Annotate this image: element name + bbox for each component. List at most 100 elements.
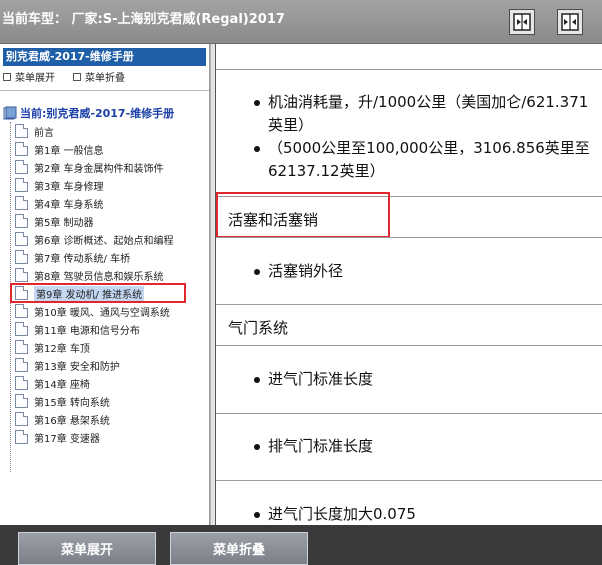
tree-item[interactable]: 第4章 车身系统 <box>15 194 104 212</box>
tree-item-label: 第12章 车顶 <box>34 343 90 355</box>
sidebar-collapse-label: 菜单折叠 <box>85 73 125 84</box>
tree-item[interactable]: 第2章 车身金属构件和装饰件 <box>15 158 164 176</box>
tree-item-label: 第17章 变速器 <box>34 433 100 445</box>
tree-item[interactable]: 第16章 悬架系统 <box>15 410 110 428</box>
tree-item-label: 前言 <box>34 127 54 139</box>
tree-item-label: 第5章 制动器 <box>34 217 94 229</box>
oil-range-text: （5000公里至100,000公里，3106.856英里至62137.12英里） <box>268 139 590 180</box>
content-pane: 机油消耗量，升/1000公里（美国加仑/621.371英里） （5000公里至1… <box>216 44 602 525</box>
list-item: 进气门标准长度 <box>216 368 602 391</box>
list-item: 进气门长度加大0.075 <box>216 503 602 525</box>
bullet-dot <box>254 377 260 383</box>
tree-item-label: 第15章 转向系统 <box>34 397 110 409</box>
sidebar: 别克君威-2017-维修手册 菜单展开 菜单折叠 当前:别克君威-2017-维修… <box>0 44 210 525</box>
sidebar-expand-link[interactable]: 菜单展开 <box>3 69 55 84</box>
document-icon <box>15 322 28 336</box>
oil-consumption-text: 机油消耗量，升/1000公里（美国加仑/621.371英里） <box>268 93 589 134</box>
document-icon <box>15 430 28 444</box>
tree-item-label: 第3章 车身修理 <box>34 181 104 193</box>
tree-root-label: 当前:别克君威-2017-维修手册 <box>20 107 175 120</box>
current-vehicle-title: 当前车型： 厂家:S-上海别克君威(Regal)2017 <box>2 12 285 27</box>
tree-item-label: 第2章 车身金属构件和装饰件 <box>34 163 164 175</box>
document-icon <box>15 160 28 174</box>
tree-item[interactable]: 第15章 转向系统 <box>15 392 110 410</box>
divider <box>216 413 602 414</box>
expand-split-icon <box>561 13 579 31</box>
tree-item-label: 第10章 暖风、通风与空调系统 <box>34 307 170 319</box>
document-icon <box>15 214 28 228</box>
sidebar-expand-label: 菜单展开 <box>15 73 55 84</box>
tree-item-label: 第4章 车身系统 <box>34 199 104 211</box>
document-icon <box>15 142 28 156</box>
document-icon <box>15 196 28 210</box>
document-icon <box>15 124 28 138</box>
sidebar-collapse-link[interactable]: 菜单折叠 <box>73 69 125 84</box>
divider <box>216 304 602 305</box>
divider <box>216 480 602 481</box>
top-bar: 当前车型： 厂家:S-上海别克君威(Regal)2017 <box>0 0 602 44</box>
sidebar-actions: 菜单展开 菜单折叠 <box>0 66 209 84</box>
tree-item-label: 第7章 传动系统/ 车桥 <box>34 253 131 265</box>
piston-pin-od-text: 活塞销外径 <box>268 262 344 280</box>
menu-expand-button[interactable]: 菜单展开 <box>18 532 156 565</box>
document-icon <box>15 376 28 390</box>
selected-chapter-highlight <box>10 283 186 303</box>
document-icon <box>15 394 28 408</box>
list-item: 排气门标准长度 <box>216 435 602 458</box>
tree-item[interactable]: 第17章 变速器 <box>15 428 100 446</box>
tree-item-label: 第1章 一般信息 <box>34 145 104 157</box>
bullet-dot <box>254 146 260 152</box>
divider <box>216 345 602 346</box>
divider <box>216 69 602 70</box>
intake-valve-length-text: 进气门标准长度 <box>268 370 374 388</box>
split-view-button[interactable] <box>557 9 583 35</box>
tree-item-label: 第8章 驾驶员信息和娱乐系统 <box>34 271 164 283</box>
intake-valve-oversize-text: 进气门长度加大0.075 <box>268 505 416 523</box>
collapse-left-button[interactable] <box>509 9 535 35</box>
expand-icon <box>3 72 11 81</box>
bottom-bar: 菜单展开 菜单折叠 <box>0 525 602 565</box>
tree-item[interactable]: 前言 <box>15 122 54 140</box>
exhaust-valve-length-text: 排气门标准长度 <box>268 437 374 455</box>
tree-root[interactable]: 当前:别克君威-2017-维修手册 <box>3 105 174 121</box>
document-icon <box>15 340 28 354</box>
document-icon <box>15 304 28 318</box>
list-item: （5000公里至100,000公里，3106.856英里至62137.12英里） <box>216 137 602 183</box>
document-icon <box>15 412 28 426</box>
tree-item-label: 第16章 悬架系统 <box>34 415 110 427</box>
divider <box>216 237 602 238</box>
manual-title: 别克君威-2017-维修手册 <box>3 48 206 66</box>
bullet-dot <box>254 269 260 275</box>
tree-item-label: 第11章 电源和信号分布 <box>34 325 140 337</box>
document-icon <box>15 358 28 372</box>
tree-item[interactable]: 第6章 诊断概述、起始点和编程 <box>15 230 174 248</box>
tree-item[interactable]: 第8章 驾驶员信息和娱乐系统 <box>15 266 164 284</box>
tree-item[interactable]: 第11章 电源和信号分布 <box>15 320 140 338</box>
tree-item[interactable]: 第13章 安全和防护 <box>15 356 120 374</box>
tree-item[interactable]: 第5章 制动器 <box>15 212 94 230</box>
document-icon <box>15 250 28 264</box>
tree-item-label: 第14章 座椅 <box>34 379 90 391</box>
list-item: 活塞销外径 <box>216 260 602 283</box>
section-heading-valve: 气门系统 <box>228 319 289 337</box>
sidebar-divider <box>0 90 209 91</box>
document-icon <box>15 232 28 246</box>
document-icon <box>15 178 28 192</box>
tree-item[interactable]: 第3章 车身修理 <box>15 176 104 194</box>
tree-item-label: 第6章 诊断概述、起始点和编程 <box>34 235 174 247</box>
tree-item[interactable]: 第10章 暖风、通风与空调系统 <box>15 302 170 320</box>
tree-item[interactable]: 第14章 座椅 <box>15 374 90 392</box>
document-icon <box>15 268 28 282</box>
book-icon <box>3 106 17 120</box>
bullet-dot <box>254 444 260 450</box>
bullet-dot <box>254 512 260 518</box>
tree-item[interactable]: 第12章 车顶 <box>15 338 90 356</box>
section-highlight <box>216 192 390 238</box>
collapse-icon <box>73 72 81 81</box>
collapse-left-icon <box>513 13 531 31</box>
bullet-dot <box>254 100 260 106</box>
list-item: 机油消耗量，升/1000公里（美国加仑/621.371英里） <box>216 91 602 137</box>
menu-collapse-button[interactable]: 菜单折叠 <box>170 532 308 565</box>
tree-item[interactable]: 第7章 传动系统/ 车桥 <box>15 248 130 266</box>
tree-item[interactable]: 第1章 一般信息 <box>15 140 104 158</box>
